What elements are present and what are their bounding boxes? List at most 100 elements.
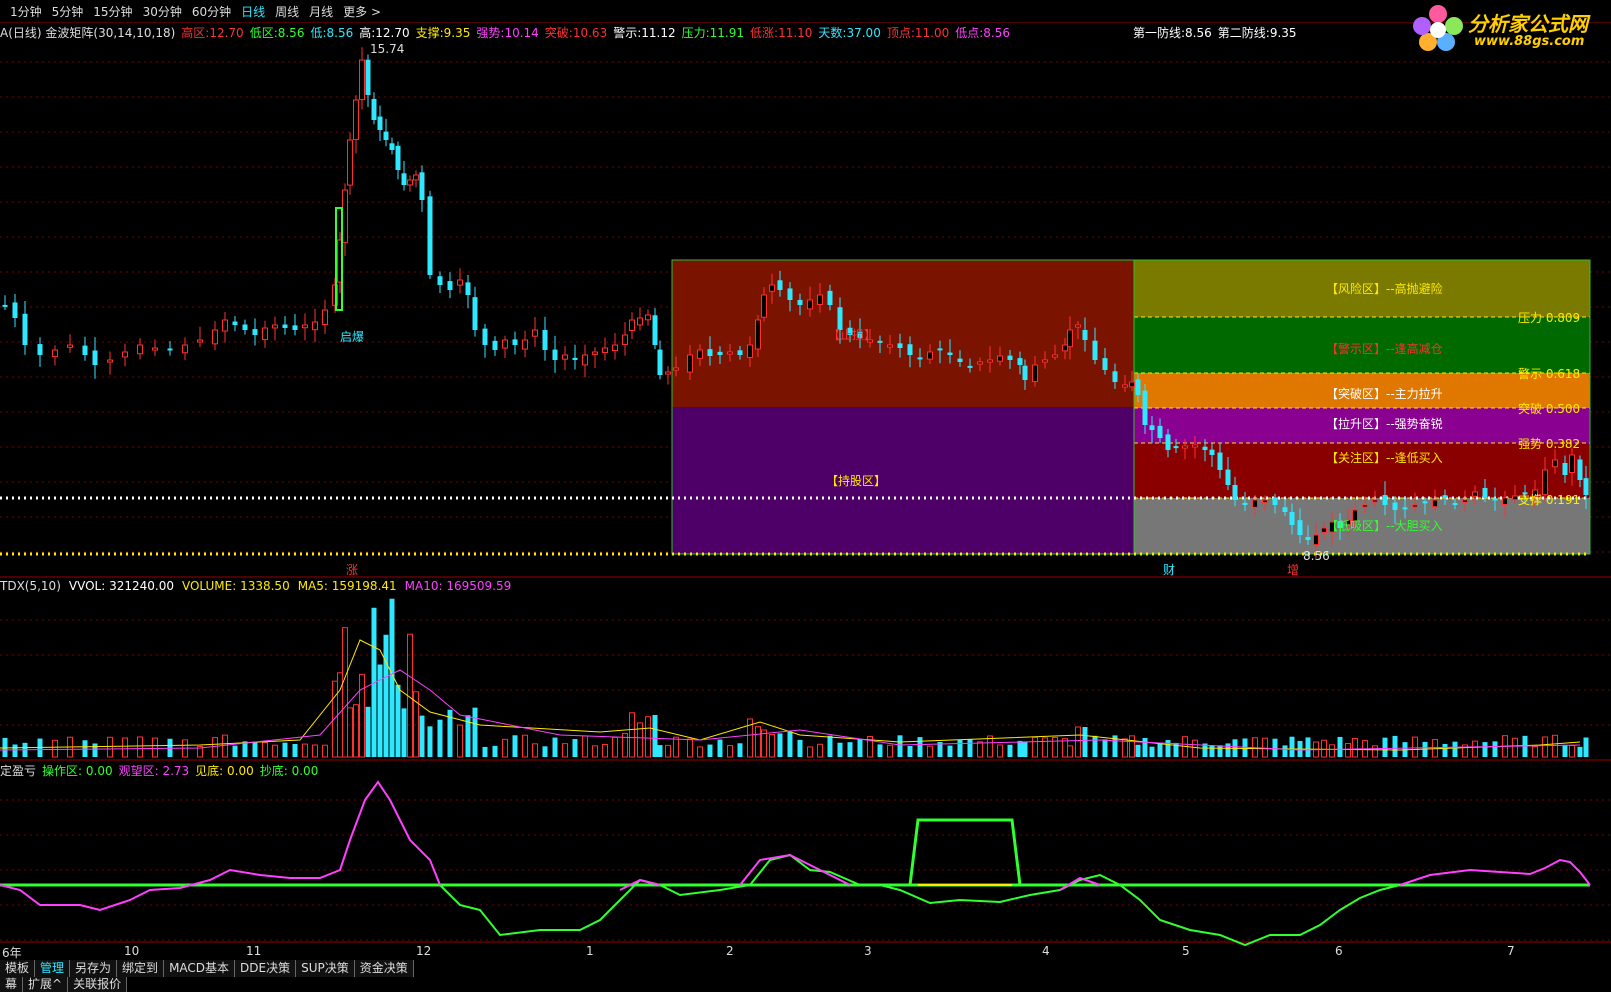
volume-bar (1192, 739, 1198, 758)
fib-level-label: 警示 0.618 (1518, 367, 1581, 381)
candle-body (1062, 344, 1068, 352)
bottom-tab[interactable]: 另存为 (70, 960, 118, 977)
volume-bar (262, 741, 268, 758)
candle-body (697, 349, 703, 359)
period-tab[interactable]: 60分钟 (192, 3, 231, 20)
candle-body (717, 351, 723, 355)
indicator-label: 低: (310, 26, 327, 40)
candle-body (52, 349, 58, 358)
volume-bar (987, 735, 993, 758)
candle-body (1032, 364, 1038, 383)
candle-body (22, 313, 28, 345)
bottom-tab[interactable]: 绑定到 (117, 960, 165, 977)
candle-body (347, 139, 353, 186)
site-logo: 分析家公式网 www.88gs.com (1410, 2, 1610, 54)
date-tick: 3 (864, 944, 872, 958)
indicator-number: 9.35 (443, 26, 471, 40)
bottom-tab-secondary[interactable]: 关联报价 (68, 977, 128, 992)
ind-value: 见底: 0.00 (195, 764, 254, 778)
candle-body (629, 319, 635, 332)
volume-bar (1062, 738, 1068, 758)
volume-bar (1305, 737, 1311, 757)
volume-bar (997, 744, 1003, 758)
candle-body (1209, 449, 1215, 455)
candle-body (582, 354, 588, 366)
volume-bar (252, 741, 258, 757)
main-indicator-info: A(日线) 金波矩阵(30,14,10,18) 高区:12.70 低区:8.56 低:… (0, 24, 1016, 40)
volume-bar (755, 726, 761, 758)
volume-bar (1562, 744, 1568, 757)
candle-body (1502, 497, 1508, 505)
chart-canvas[interactable] (0, 0, 1611, 992)
period-tab[interactable]: 1分钟 (10, 3, 42, 20)
period-tab[interactable]: 月线 (309, 3, 333, 20)
candle-body (1482, 487, 1488, 498)
volume-bar (897, 735, 903, 757)
volume-bar (1272, 738, 1278, 757)
signal-marker: 涨 (346, 563, 359, 577)
bottom-tab-secondary[interactable]: 扩展^ (23, 977, 69, 992)
signal-marker: 增 (1287, 563, 1300, 577)
volume-bar (1135, 744, 1141, 757)
volume-bar (1022, 742, 1028, 757)
candle-body (1282, 507, 1288, 512)
volume-bar (927, 745, 933, 758)
candle-body (1442, 495, 1448, 498)
indicator-label: 突破: (544, 26, 573, 40)
bottom-tab[interactable]: MACD基本 (164, 960, 236, 977)
volume-bar (457, 724, 463, 758)
fib-level-label: 压力 0.809 (1518, 311, 1581, 325)
period-tab[interactable]: 5分钟 (52, 3, 84, 20)
candle-body (389, 143, 395, 150)
indicator-label: 强势: (476, 26, 505, 40)
period-tab[interactable]: 周线 (275, 3, 299, 20)
candle-body (1512, 495, 1518, 501)
indicator-value: 高:12.70 (359, 26, 409, 40)
bottom-tab[interactable]: 资金决策 (354, 960, 414, 977)
volume-bar (717, 739, 723, 757)
candle-body (1432, 499, 1438, 508)
volume-bar (967, 739, 973, 757)
volume-bar (1577, 746, 1583, 757)
candle-body (737, 350, 743, 355)
candle-body (502, 339, 508, 349)
ind-title: 定盈亏 (0, 764, 37, 778)
candle-body (652, 315, 658, 345)
bottom-tab[interactable]: DDE决策 (235, 960, 297, 977)
volume-bar (395, 684, 401, 757)
volume-bar (1129, 735, 1135, 758)
candle-body (787, 288, 793, 300)
candle-body (572, 357, 578, 360)
volume-bar (302, 743, 308, 758)
candle-body (37, 344, 43, 355)
candle-body (827, 290, 833, 305)
indicator-label: 警示: (613, 26, 642, 40)
period-tab[interactable]: 30分钟 (143, 3, 182, 20)
candle-body (927, 351, 933, 360)
bottom-tab[interactable]: 模板 (0, 960, 36, 977)
candle-body (383, 131, 389, 140)
period-tab[interactable]: 更多 > (343, 3, 381, 20)
period-tab[interactable]: 15分钟 (93, 3, 132, 20)
volume-bar (107, 736, 113, 758)
candle-body (1149, 425, 1155, 430)
period-tab[interactable]: 日线 (241, 3, 265, 20)
candle-body (612, 344, 618, 352)
volume-bar (637, 722, 643, 758)
candle-body (1313, 534, 1319, 546)
date-tick: 6 (1335, 944, 1343, 958)
candle-body (1472, 491, 1478, 497)
volume-bar (512, 735, 518, 757)
candle-body (522, 339, 528, 350)
fib-zone-label: 【风险区】--高抛避险 (1326, 282, 1443, 296)
indicator-label: 高区: (181, 26, 210, 40)
volume-bar (347, 707, 353, 758)
date-tick: 1 (586, 944, 594, 958)
indicator-value: 天数:37.00 (818, 26, 880, 40)
bottom-tab[interactable]: SUP决策 (296, 960, 355, 977)
candle-body (1362, 504, 1368, 508)
candle-body (727, 351, 733, 355)
indicator-value: 支撑:9.35 (416, 26, 471, 40)
bottom-tab[interactable]: 管理 (35, 960, 71, 977)
bottom-tab-secondary[interactable]: 幕 (0, 977, 24, 992)
